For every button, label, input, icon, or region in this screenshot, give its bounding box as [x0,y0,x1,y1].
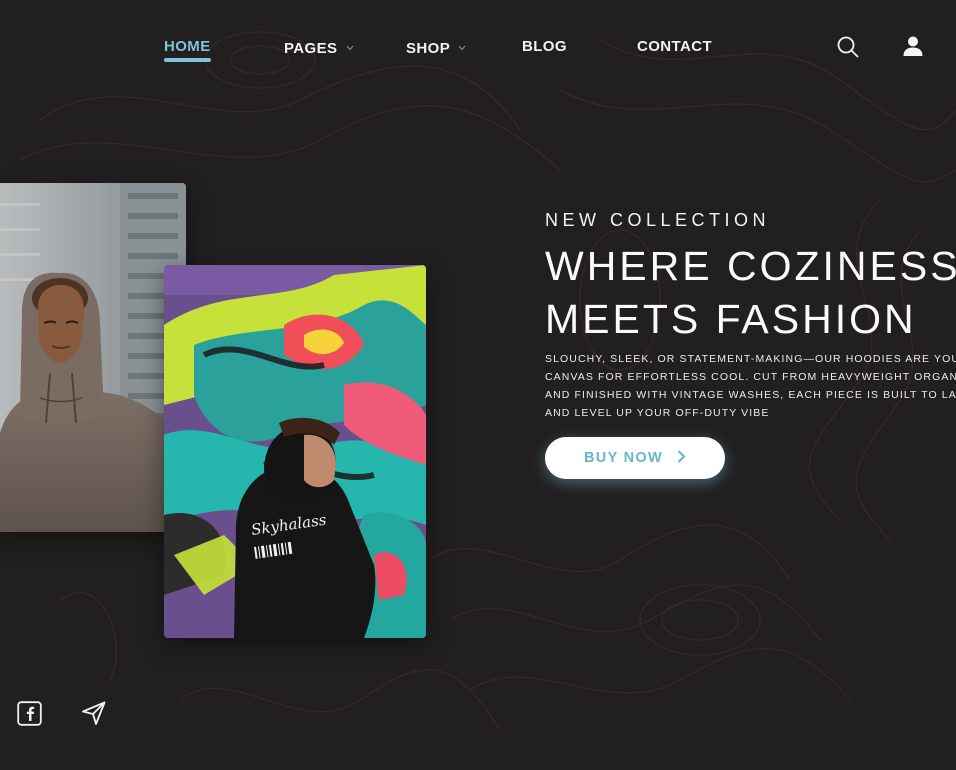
description-line-3: AND FINISHED WITH VINTAGE WASHES, EACH P… [545,389,956,401]
description-line-1: SLOUCHY, SLEEK, OR STATEMENT-MAKING—OUR … [545,353,956,365]
chevron-down-icon [458,38,466,55]
nav-home[interactable]: HOME [164,38,211,55]
nav-active-indicator [164,58,211,62]
headline-line-2: MEETS FASHION [545,296,917,342]
nav-shop[interactable]: SHOP [406,38,466,57]
photo2-illustration: Skyhalass [164,265,426,638]
headline-line-1: WHERE COZINESS [545,243,956,289]
description-line-4: AND LEVEL UP YOUR OFF-DUTY VIBE [545,407,770,419]
facebook-icon[interactable] [17,701,42,731]
nav-shop-label: SHOP [406,40,450,57]
hero-headline: WHERE COZINESS MEETS FASHION [545,240,956,346]
send-icon[interactable] [81,700,107,731]
nav-blog-label: BLOG [522,38,567,55]
nav-blog[interactable]: BLOG [522,38,567,55]
hero-description: SLOUCHY, SLEEK, OR STATEMENT-MAKING—OUR … [545,350,956,422]
photo1-illustration [0,183,186,532]
chevron-right-icon [677,450,686,467]
nav-contact-label: CONTACT [637,38,713,55]
nav-pages[interactable]: PAGES [284,38,354,57]
nav-pages-label: PAGES [284,40,338,57]
collection-eyebrow: NEW COLLECTION [545,210,771,230]
hero-photo-woman-graffiti: Skyhalass [164,265,426,638]
nav-contact[interactable]: CONTACT [637,38,712,55]
chevron-down-icon [346,38,354,55]
hero-photo-man-hoodie [0,183,186,532]
buy-now-button[interactable]: BUY NOW [545,437,725,479]
buy-now-label: BUY NOW [584,450,663,466]
user-icon[interactable] [902,35,924,62]
description-line-2: CANVAS FOR EFFORTLESS COOL. CUT FROM HEA… [545,371,956,383]
search-icon[interactable] [836,35,860,64]
nav-home-label: HOME [164,38,211,55]
